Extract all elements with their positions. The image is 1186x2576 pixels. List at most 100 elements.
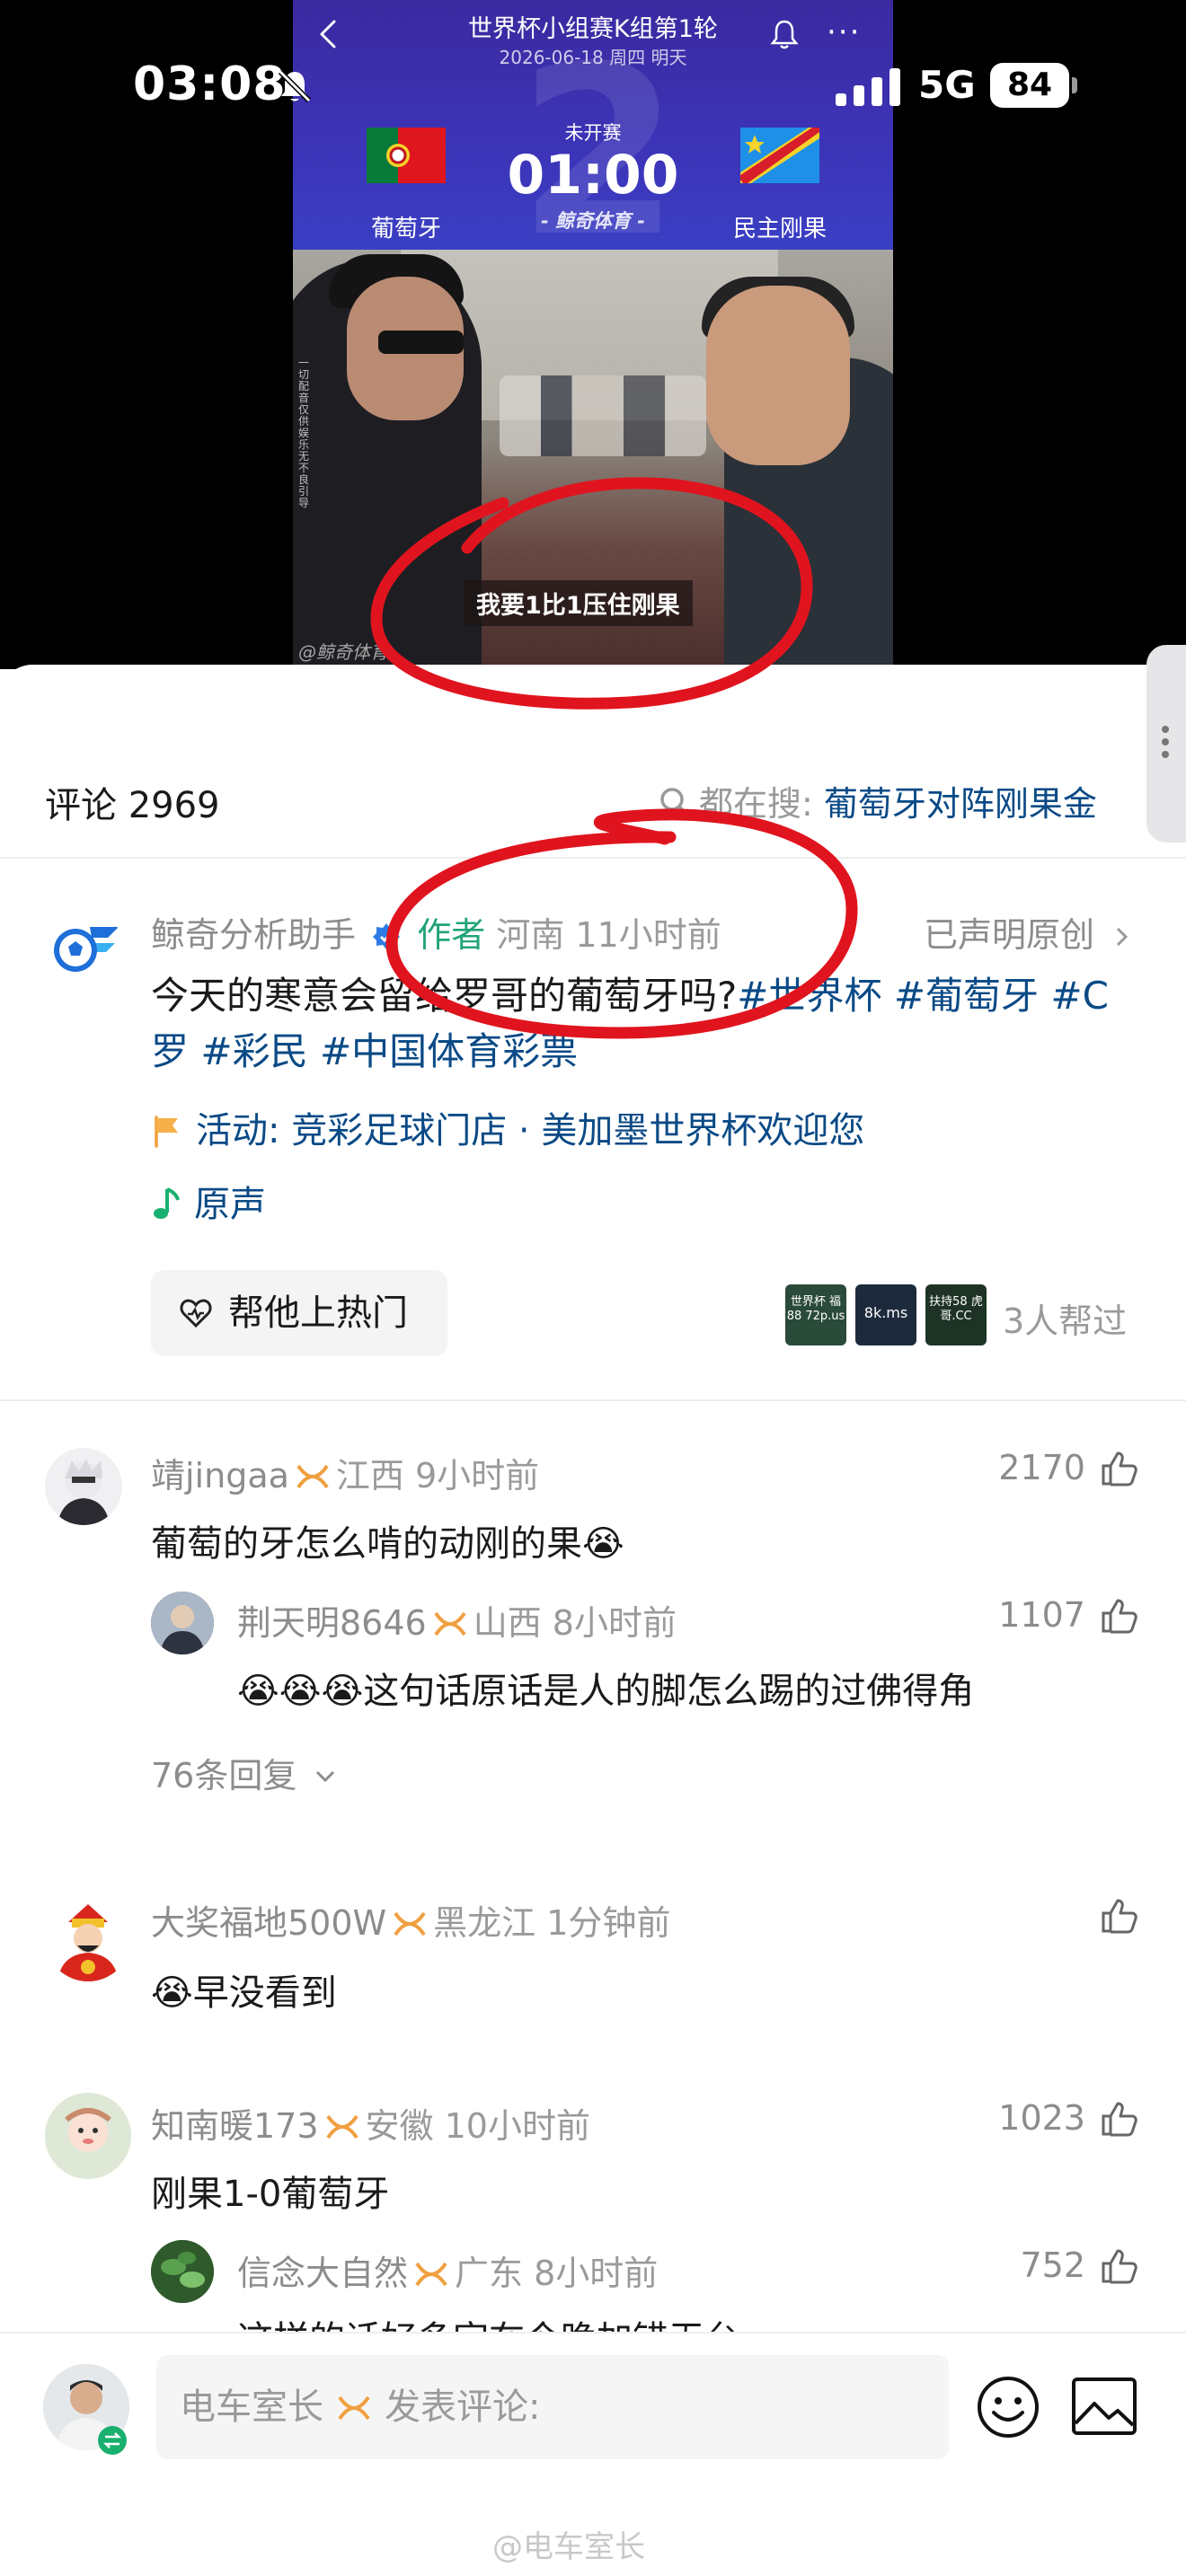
reply-text: 😭😭😭这句话原话是人的脚怎么踢的过佛得角 [237, 1671, 975, 1712]
reply-avatar[interactable] [151, 2240, 214, 2303]
activity-text: 活动: 竞彩足球门店 · 美加墨世界杯欢迎您 [196, 1110, 865, 1151]
reply-author-name[interactable]: 信念大自然 [237, 2254, 408, 2293]
thumbs-up-icon[interactable] [1098, 2098, 1139, 2139]
helper-avatar[interactable]: 世界杯 福88 72p.us [785, 1284, 846, 1345]
trending-search[interactable]: 都在搜: 葡萄牙对阵刚果金 [658, 776, 1097, 825]
reply-avatar[interactable] [151, 1592, 214, 1654]
cellular-signal-icon [836, 68, 900, 106]
divider [0, 1399, 1186, 1401]
leaf-avatar-icon [151, 2240, 214, 2303]
status-bar: 03:08 5G 84 [0, 0, 1186, 171]
reply-author-name[interactable]: 荆天明8646 [237, 1603, 427, 1643]
comment-text: 葡萄的牙怎么啃的动刚的果😭 [151, 1523, 624, 1565]
emoji-icon[interactable] [976, 2375, 1040, 2439]
helpers-count: 3人帮过 [1003, 1301, 1128, 1341]
post-meta: 河南 11小时前 [496, 915, 721, 955]
like-count: 2170 [998, 1448, 1085, 1487]
vip-badge-icon [394, 1911, 426, 1936]
vip-badge-icon [296, 1464, 329, 1489]
like-count: 1107 [998, 1595, 1085, 1635]
video-scene: 一切配音仅供娱乐无不良引导 我要1比1压住刚果 @鲸奇体育 [293, 250, 893, 669]
comment-meta: 安徽 10小时前 [365, 2106, 590, 2146]
network-type: 5G [918, 63, 976, 107]
music-note-icon [154, 1187, 180, 1219]
comment-meta: 黑龙江 1分钟前 [433, 1903, 671, 1943]
thumbs-up-icon[interactable] [1098, 2245, 1139, 2287]
commenter-line: 靖jingaa 江西 9小时前 [151, 1448, 539, 1497]
input-username: 电车室长 [180, 2386, 323, 2428]
reply-meta: 山西 8小时前 [473, 1603, 677, 1643]
verified-badge-icon [373, 923, 401, 949]
expand-replies-button[interactable]: 76条回复 [151, 1748, 338, 1797]
thumbs-up-icon[interactable] [1098, 1895, 1139, 1936]
reply-meta: 广东 8小时前 [455, 2254, 659, 2293]
more-vertical-icon[interactable] [1162, 726, 1171, 762]
status-time: 03:08 [133, 57, 287, 111]
heart-boost-icon [180, 1299, 212, 1328]
original-sound-text: 原声 [194, 1184, 266, 1225]
input-placeholder: 发表评论: [385, 2386, 541, 2428]
original-sound-link[interactable]: 原声 [151, 1175, 266, 1227]
post-author-line: 鲸奇分析助手 作者 河南 11小时前 [151, 907, 721, 957]
original-declared-label: 已声明原创 [924, 915, 1095, 955]
hashtag[interactable]: #中国体育彩票 [320, 1029, 578, 1073]
chevron-right-icon [1117, 927, 1128, 947]
vip-badge-icon [338, 2395, 370, 2421]
like-count: 752 [1020, 2245, 1085, 2285]
bell-muted-icon [278, 69, 312, 103]
character-avatar-icon [151, 1592, 214, 1654]
comment-input[interactable]: 电车室长 发表评论: [156, 2355, 949, 2459]
commenter-line: 大奖福地500W 黑龙江 1分钟前 [151, 1895, 670, 1945]
comment-text: 刚果1-0葡萄牙 [151, 2174, 390, 2215]
video-watermark: @鲸奇体育 [298, 641, 388, 663]
thumbs-up-icon[interactable] [1098, 1595, 1139, 1636]
video-subtitle: 我要1比1压住刚果 [464, 580, 693, 626]
like-count: 1023 [998, 2098, 1085, 2138]
helper-avatar[interactable]: 8k.ms [855, 1284, 916, 1345]
reply-author-line: 荆天明8646 山西 8小时前 [237, 1595, 677, 1645]
match-source: - 鲸奇体育 - [540, 210, 646, 232]
commenter-line: 知南暖173 安徽 10小时前 [151, 2098, 590, 2148]
helper-avatar[interactable]: 扶持58 虎哥.CC [925, 1284, 987, 1345]
reply-author-line: 信念大自然 广东 8小时前 [237, 2245, 658, 2295]
search-term: 葡萄牙对阵刚果金 [823, 784, 1097, 824]
boost-to-hot-button[interactable]: 帮他上热门 [151, 1270, 447, 1356]
battery-cap [1072, 77, 1077, 93]
post-author-name[interactable]: 鲸奇分析助手 [151, 915, 356, 955]
comment-meta: 江西 9小时前 [335, 1456, 540, 1495]
hashtag[interactable]: #彩民 [200, 1029, 307, 1073]
thumbs-up-icon[interactable] [1098, 1448, 1139, 1489]
flag-icon [155, 1116, 178, 1148]
hashtag[interactable]: #葡萄牙 [894, 974, 1039, 1018]
vip-badge-icon [325, 2114, 358, 2139]
divider [0, 857, 1186, 859]
image-icon[interactable] [1071, 2377, 1137, 2436]
commenter-avatar[interactable] [45, 1895, 131, 1981]
hashtag[interactable]: #世界杯 [737, 974, 881, 1018]
commenter-avatar[interactable] [45, 2093, 131, 2179]
cartoon-avatar-icon [45, 2093, 131, 2179]
original-declared-link[interactable]: 已声明原创 [924, 907, 1132, 957]
commenter-name[interactable]: 靖jingaa [151, 1456, 289, 1495]
search-prefix: 都在搜: [699, 784, 813, 824]
commenter-avatar[interactable] [45, 1448, 122, 1525]
scene-face-right [706, 286, 850, 465]
comment-text: 😭早没看到 [151, 1972, 337, 2014]
boost-to-hot-label: 帮他上热门 [228, 1292, 408, 1334]
anime-avatar-icon [58, 1459, 110, 1525]
post-body: 今天的寒意会留给罗哥的葡萄牙吗? [151, 974, 738, 1018]
post-text: 今天的寒意会留给罗哥的葡萄牙吗?#世界杯 #葡萄牙 #C罗 #彩民 #中国体育彩… [151, 968, 1139, 1080]
activity-link[interactable]: 活动: 竞彩足球门店 · 美加墨世界杯欢迎您 [151, 1101, 864, 1153]
vip-badge-icon [415, 2262, 447, 2287]
author-tag: 作者 [417, 915, 486, 955]
video-side-disclaimer: 一切配音仅供娱乐无不良引导 [298, 357, 310, 509]
scene-sunglasses [378, 331, 464, 354]
author-avatar[interactable] [45, 907, 122, 984]
comments-count: 评论 2969 [45, 785, 220, 826]
commenter-name[interactable]: 大奖福地500W [151, 1903, 386, 1943]
scene-background-people [500, 375, 706, 456]
commenter-name[interactable]: 知南暖173 [151, 2106, 319, 2146]
switch-account-icon[interactable] [97, 2425, 128, 2456]
search-icon [660, 788, 690, 817]
replies-count-label: 76条回复 [151, 1756, 297, 1795]
